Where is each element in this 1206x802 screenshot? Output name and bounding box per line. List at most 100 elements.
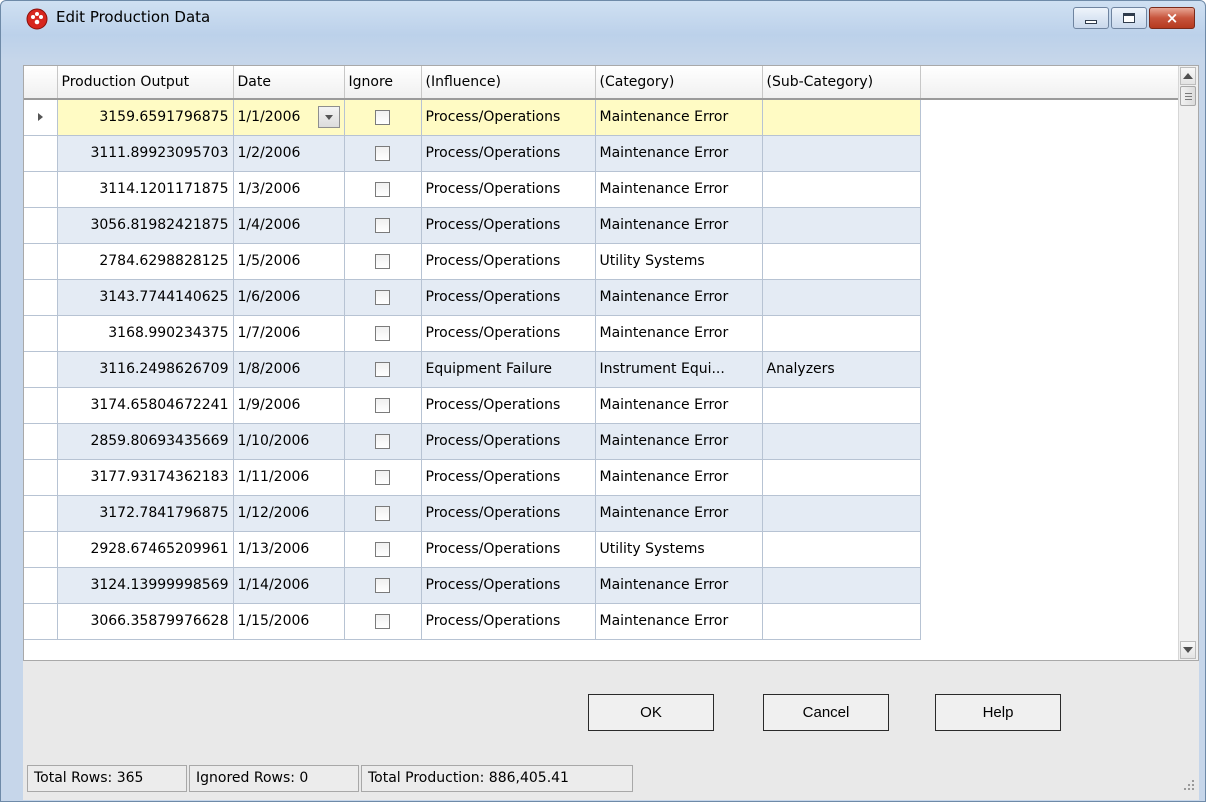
- cell-date[interactable]: 1/15/2006: [233, 603, 345, 640]
- cell-category[interactable]: Maintenance Error: [595, 459, 763, 496]
- scroll-down-button[interactable]: [1180, 641, 1196, 659]
- cell-subcategory[interactable]: [762, 135, 921, 172]
- cell-influence[interactable]: Process/Operations: [421, 423, 596, 460]
- cell-subcategory[interactable]: [762, 531, 921, 568]
- column-header-category[interactable]: (Category): [595, 66, 763, 100]
- cell-date[interactable]: 1/14/2006: [233, 567, 345, 604]
- ignore-checkbox[interactable]: [375, 433, 390, 449]
- row-selector[interactable]: [24, 99, 58, 136]
- table-row[interactable]: 3174.65804672241 1/9/2006 Process/Operatio…: [24, 387, 1180, 424]
- ignore-checkbox[interactable]: [375, 325, 390, 341]
- ignore-checkbox[interactable]: [375, 361, 390, 377]
- cell-category[interactable]: Maintenance Error: [595, 99, 763, 136]
- table-row[interactable]: 3124.13999998569 1/14/2006 Process/Operati…: [24, 567, 1180, 604]
- cell-date[interactable]: 1/2/2006: [233, 135, 345, 172]
- scroll-up-button[interactable]: [1180, 67, 1196, 85]
- cell-subcategory[interactable]: Analyzers: [762, 351, 921, 388]
- cell-subcategory[interactable]: [762, 459, 921, 496]
- help-button[interactable]: Help: [935, 694, 1061, 731]
- title-bar[interactable]: Edit Production Data ×: [1, 1, 1205, 35]
- cell-subcategory[interactable]: [762, 279, 921, 316]
- minimize-button[interactable]: [1073, 7, 1109, 29]
- cell-production-output[interactable]: 3111.89923095703: [57, 135, 234, 172]
- table-row[interactable]: 3116.2498626709 1/8/2006 Equipment Failure…: [24, 351, 1180, 388]
- cell-production-output[interactable]: 3177.93174362183: [57, 459, 234, 496]
- table-row[interactable]: 3066.35879976628 1/15/2006 Process/Operati…: [24, 603, 1180, 640]
- date-dropdown-button[interactable]: [317, 106, 340, 128]
- cell-influence[interactable]: Process/Operations: [421, 495, 596, 532]
- cell-influence[interactable]: Equipment Failure: [421, 351, 596, 388]
- cell-influence[interactable]: Process/Operations: [421, 315, 596, 352]
- table-row[interactable]: 2928.67465209961 1/13/2006 Process/Operati…: [24, 531, 1180, 568]
- ignore-checkbox[interactable]: [375, 145, 390, 161]
- table-row[interactable]: 3056.81982421875 1/4/2006 Process/Operatio…: [24, 207, 1180, 244]
- table-row[interactable]: 3159.6591796875 1/1/2006 Process/Operation…: [24, 99, 1180, 136]
- cell-production-output[interactable]: 3174.65804672241: [57, 387, 234, 424]
- column-header-ignore[interactable]: Ignore: [344, 66, 422, 100]
- ignore-checkbox[interactable]: [375, 181, 390, 197]
- cell-date[interactable]: 1/4/2006: [233, 207, 345, 244]
- cell-subcategory[interactable]: [762, 567, 921, 604]
- cell-category[interactable]: Maintenance Error: [595, 171, 763, 208]
- cell-influence[interactable]: Process/Operations: [421, 279, 596, 316]
- table-row[interactable]: 3177.93174362183 1/11/2006 Process/Operati…: [24, 459, 1180, 496]
- row-selector[interactable]: [24, 387, 58, 424]
- row-selector[interactable]: [24, 351, 58, 388]
- cell-production-output[interactable]: 3116.2498626709: [57, 351, 234, 388]
- cell-influence[interactable]: Process/Operations: [421, 207, 596, 244]
- ignore-checkbox[interactable]: [375, 469, 390, 485]
- cell-influence[interactable]: Process/Operations: [421, 135, 596, 172]
- cell-influence[interactable]: Process/Operations: [421, 567, 596, 604]
- cell-category[interactable]: Maintenance Error: [595, 315, 763, 352]
- cell-production-output[interactable]: 3066.35879976628: [57, 603, 234, 640]
- scroll-thumb[interactable]: [1180, 86, 1196, 106]
- row-selector[interactable]: [24, 171, 58, 208]
- cell-category[interactable]: Maintenance Error: [595, 423, 763, 460]
- cell-category[interactable]: Maintenance Error: [595, 567, 763, 604]
- cell-category[interactable]: Maintenance Error: [595, 495, 763, 532]
- cell-subcategory[interactable]: [762, 207, 921, 244]
- cell-date[interactable]: 1/11/2006: [233, 459, 345, 496]
- ignore-checkbox[interactable]: [375, 289, 390, 305]
- cell-date[interactable]: 1/1/2006: [233, 99, 345, 136]
- table-row[interactable]: 3172.7841796875 1/12/2006 Process/Operatio…: [24, 495, 1180, 532]
- cell-category[interactable]: Maintenance Error: [595, 207, 763, 244]
- cell-influence[interactable]: Process/Operations: [421, 531, 596, 568]
- table-row[interactable]: 2784.6298828125 1/5/2006 Process/Operation…: [24, 243, 1180, 280]
- row-selector[interactable]: [24, 315, 58, 352]
- cell-date[interactable]: 1/9/2006: [233, 387, 345, 424]
- column-header-production-output[interactable]: Production Output: [57, 66, 234, 100]
- cell-date[interactable]: 1/3/2006: [233, 171, 345, 208]
- cell-subcategory[interactable]: [762, 423, 921, 460]
- cell-influence[interactable]: Process/Operations: [421, 243, 596, 280]
- cell-category[interactable]: Utility Systems: [595, 243, 763, 280]
- cell-production-output[interactable]: 2784.6298828125: [57, 243, 234, 280]
- cell-subcategory[interactable]: [762, 495, 921, 532]
- row-selector[interactable]: [24, 207, 58, 244]
- cell-category[interactable]: Utility Systems: [595, 531, 763, 568]
- row-selector[interactable]: [24, 423, 58, 460]
- cell-subcategory[interactable]: [762, 603, 921, 640]
- ignore-checkbox[interactable]: [375, 217, 390, 233]
- cell-production-output[interactable]: 2928.67465209961: [57, 531, 234, 568]
- cell-date[interactable]: 1/10/2006: [233, 423, 345, 460]
- cell-influence[interactable]: Process/Operations: [421, 459, 596, 496]
- cell-subcategory[interactable]: [762, 243, 921, 280]
- column-header-influence[interactable]: (Influence): [421, 66, 596, 100]
- cell-category[interactable]: Instrument Equi...: [595, 351, 763, 388]
- cell-date[interactable]: 1/13/2006: [233, 531, 345, 568]
- cell-subcategory[interactable]: [762, 99, 921, 136]
- cell-date[interactable]: 1/6/2006: [233, 279, 345, 316]
- row-selector[interactable]: [24, 531, 58, 568]
- cell-production-output[interactable]: 2859.80693435669: [57, 423, 234, 460]
- row-selector[interactable]: [24, 279, 58, 316]
- resize-grip-icon[interactable]: [1183, 779, 1195, 791]
- cell-influence[interactable]: Process/Operations: [421, 171, 596, 208]
- cell-production-output[interactable]: 3168.990234375: [57, 315, 234, 352]
- cell-production-output[interactable]: 3114.1201171875: [57, 171, 234, 208]
- row-selector[interactable]: [24, 459, 58, 496]
- row-selector[interactable]: [24, 567, 58, 604]
- ignore-checkbox[interactable]: [375, 253, 390, 269]
- cell-production-output[interactable]: 3143.7744140625: [57, 279, 234, 316]
- cell-date[interactable]: 1/5/2006: [233, 243, 345, 280]
